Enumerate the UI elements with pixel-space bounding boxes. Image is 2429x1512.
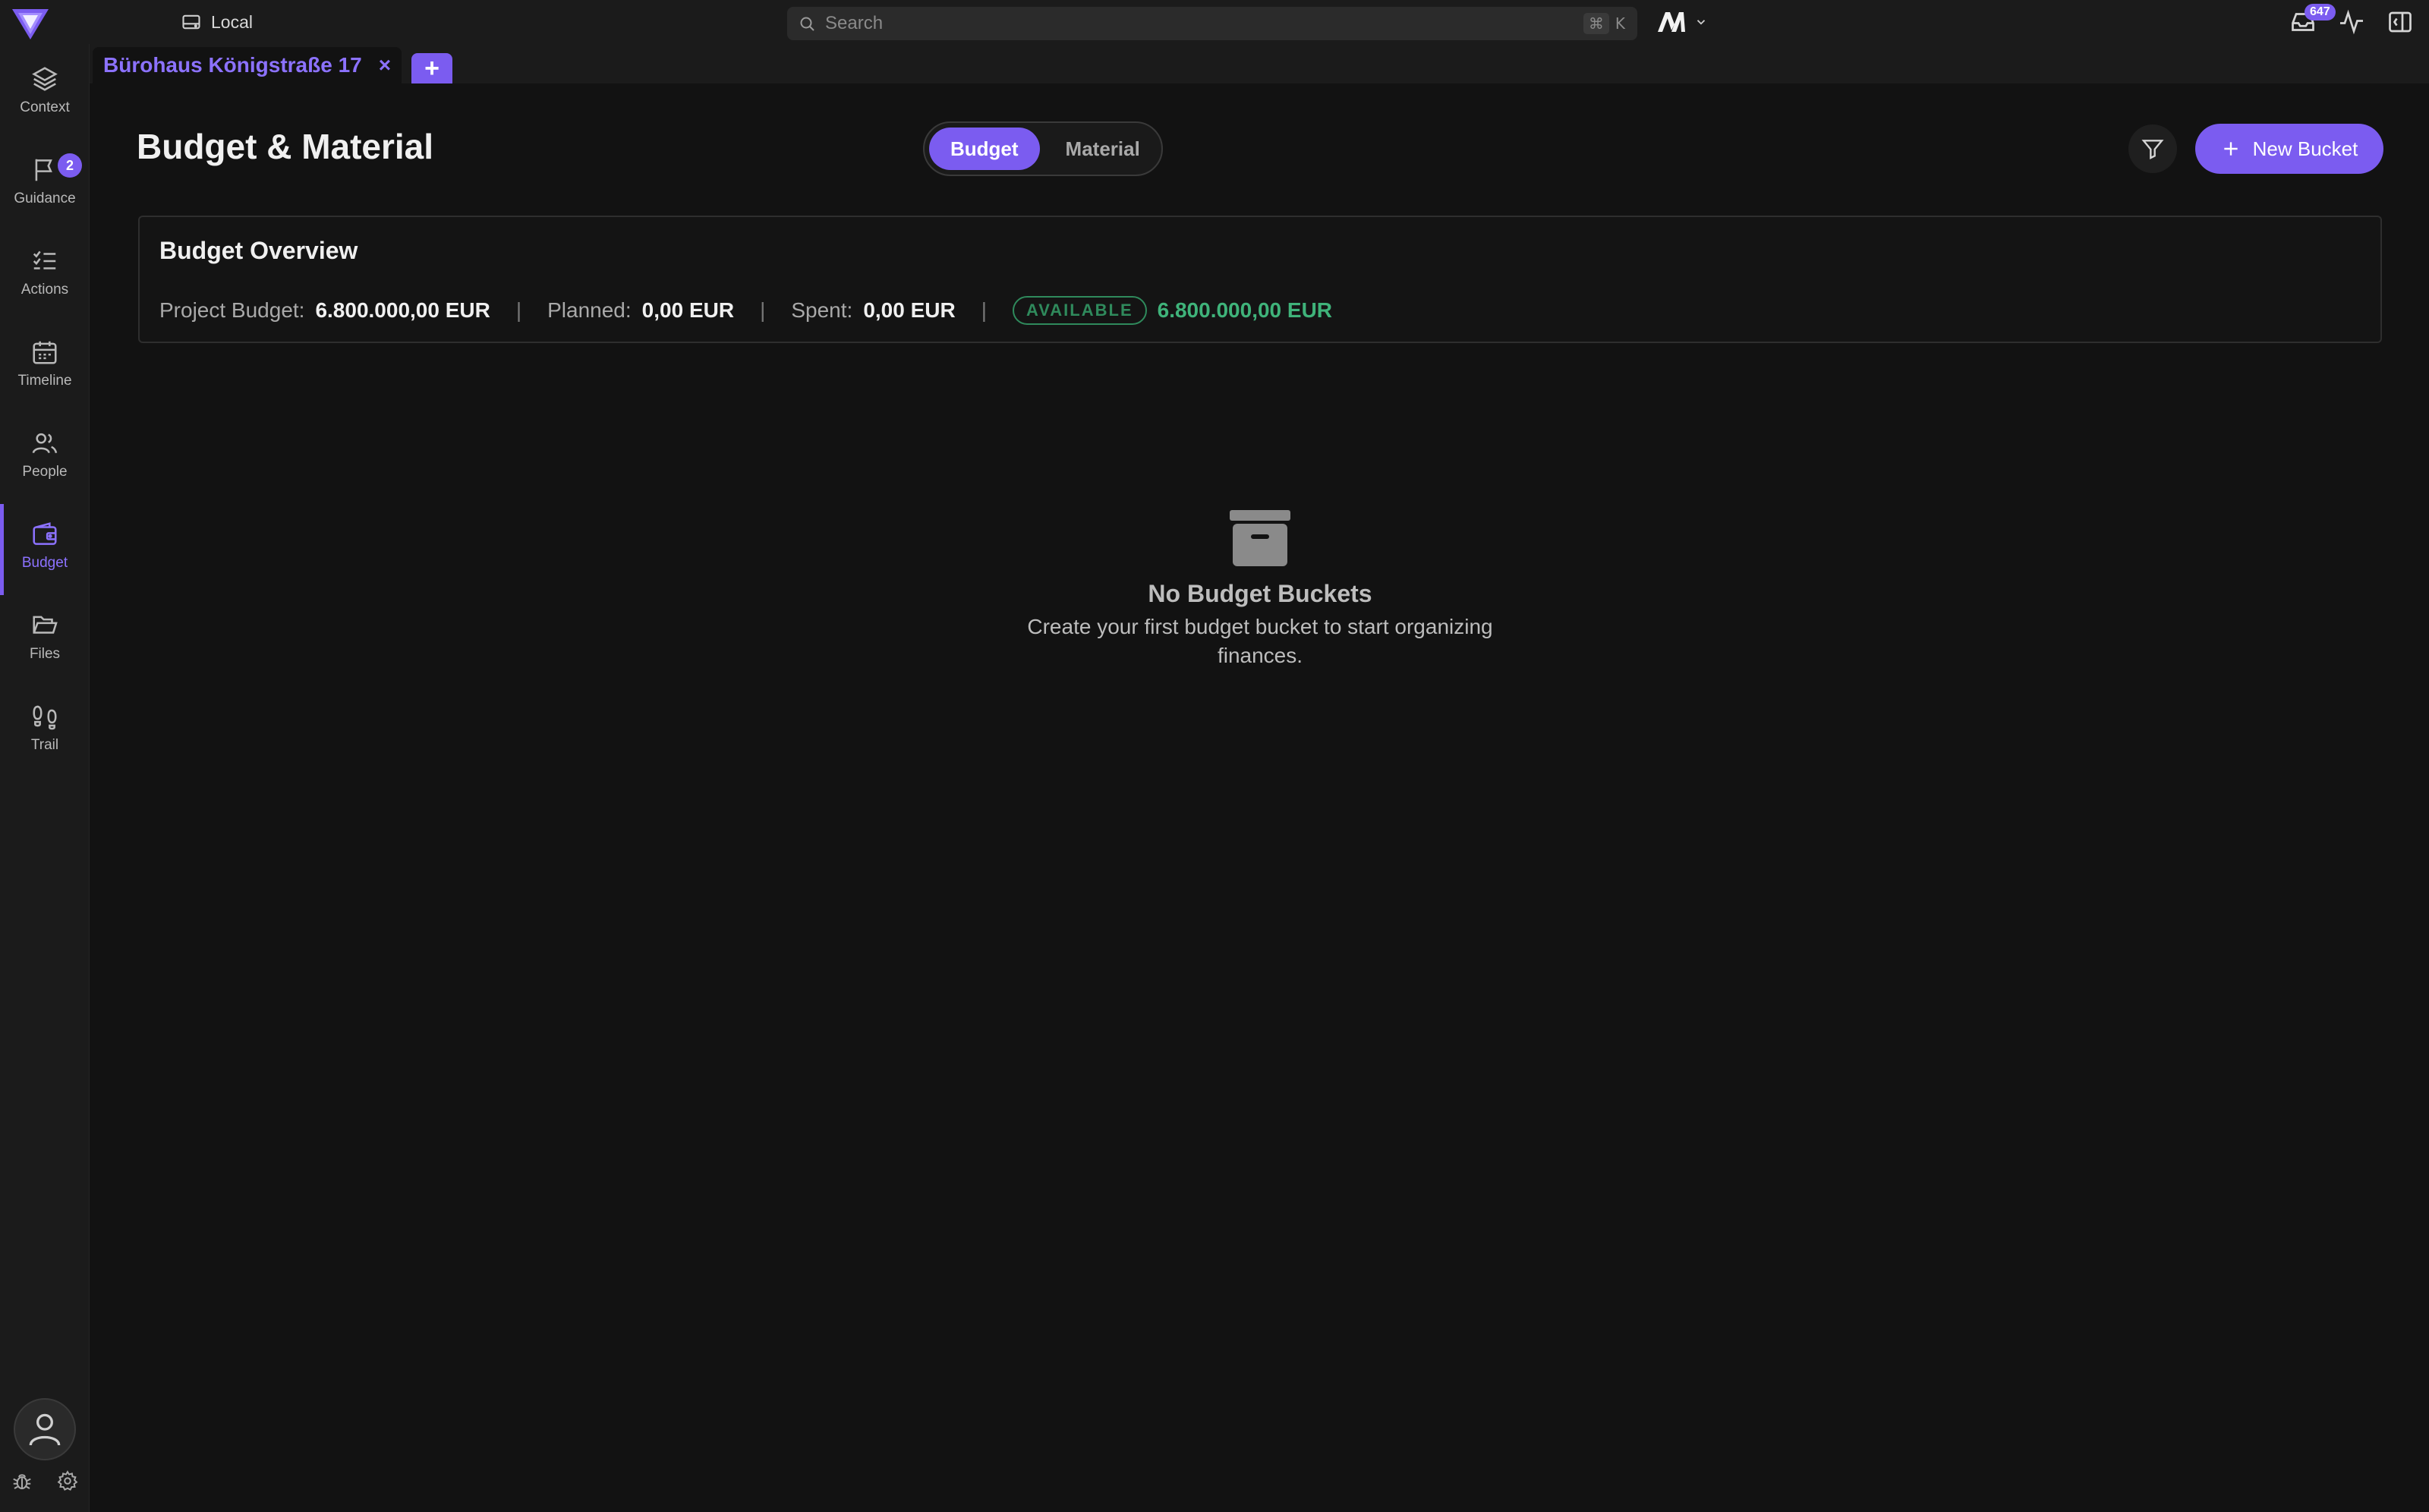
- add-tab-button[interactable]: +: [411, 53, 452, 83]
- page-title: Budget & Material: [137, 127, 434, 166]
- top-bar: Local ⌘ K 647: [0, 0, 2429, 44]
- available-badge: AVAILABLE: [1013, 296, 1147, 325]
- wallet-icon: [33, 522, 57, 545]
- new-bucket-label: New Bucket: [2252, 137, 2358, 160]
- sidebar-item-files[interactable]: Files: [0, 595, 90, 679]
- sidebar-item-label: Actions: [20, 282, 69, 298]
- overview-title: Budget Overview: [159, 237, 358, 264]
- sidebar-item-trail[interactable]: Trail: [0, 686, 90, 770]
- toggle-panel-button[interactable]: [2386, 8, 2414, 36]
- inbox-count-badge: 647: [2305, 4, 2336, 20]
- brand-mark-icon: [1658, 12, 1685, 32]
- user-icon: [29, 1413, 61, 1446]
- footprints-icon: [33, 705, 57, 730]
- tab-bar: Bürohaus Königstraße 17 × +: [90, 44, 2429, 83]
- sidebar-item-label: People: [22, 464, 68, 480]
- flag-icon: [35, 159, 52, 181]
- search-input[interactable]: [825, 13, 1574, 34]
- workspace-switcher[interactable]: [1656, 8, 1708, 36]
- user-avatar[interactable]: [14, 1398, 76, 1460]
- search-shortcut: ⌘ K: [1583, 13, 1627, 34]
- shortcut-k-key: K: [1615, 14, 1625, 33]
- sidebar-item-label: Files: [29, 646, 61, 662]
- separator: |: [760, 298, 766, 322]
- filter-icon: [2141, 140, 2164, 159]
- separator: |: [515, 298, 522, 322]
- filter-button[interactable]: [2128, 124, 2177, 173]
- drive-icon: [182, 14, 200, 30]
- segment-budget[interactable]: Budget: [929, 128, 1040, 170]
- tab-title: Bürohaus Königstraße 17: [103, 53, 362, 77]
- empty-state-title: No Budget Buckets: [1148, 580, 1372, 607]
- view-switcher: Budget Material: [923, 121, 1163, 176]
- activity-button[interactable]: [2338, 8, 2365, 36]
- bug-icon[interactable]: [11, 1469, 33, 1492]
- planned-label: Planned:: [547, 298, 632, 322]
- sidebar-item-label: Budget: [21, 555, 68, 571]
- checklist-icon: [33, 250, 56, 269]
- inbox-button[interactable]: 647: [2289, 4, 2336, 36]
- sidebar-item-actions[interactable]: Actions: [0, 231, 90, 314]
- sidebar-item-context[interactable]: Context: [0, 49, 90, 132]
- folder-icon: [33, 616, 58, 634]
- sidebar-item-label: Trail: [30, 737, 59, 753]
- segment-material[interactable]: Material: [1044, 128, 1161, 170]
- spent-label: Spent:: [791, 298, 853, 322]
- gear-icon[interactable]: [56, 1469, 79, 1492]
- shortcut-cmd-key: ⌘: [1583, 13, 1609, 34]
- empty-state: No Budget Buckets Create your first budg…: [956, 509, 1564, 670]
- sidebar-item-budget[interactable]: Budget: [0, 504, 90, 595]
- project-budget-value: 6.800.000,00 EUR: [315, 298, 490, 322]
- overview-summary-row: Project Budget: 6.800.000,00 EUR | Plann…: [159, 296, 1332, 325]
- people-icon: [32, 433, 58, 454]
- app-logo[interactable]: [11, 6, 50, 41]
- search-icon: [800, 17, 814, 31]
- separator: |: [981, 298, 987, 322]
- sidebar-footer: [11, 1469, 79, 1492]
- planned-value: 0,00 EUR: [641, 298, 735, 322]
- sidebar-panel-icon: [2389, 11, 2412, 33]
- chevron-down-icon: [1697, 20, 1706, 25]
- sidebar: Context Guidance 2 Actions Timeline Peop…: [0, 44, 90, 1512]
- sidebar-item-label: Context: [20, 99, 70, 115]
- search-bar[interactable]: ⌘ K: [787, 7, 1637, 40]
- tab-project[interactable]: Bürohaus Königstraße 17 ×: [93, 47, 402, 83]
- environment-label: Local: [211, 11, 253, 32]
- budget-overview-card: Budget Overview Project Budget: 6.800.00…: [138, 216, 2382, 343]
- sidebar-item-label: Timeline: [17, 373, 72, 389]
- plus-icon: [2223, 142, 2238, 156]
- top-right-actions: 647: [2289, 4, 2414, 39]
- new-bucket-button[interactable]: New Bucket: [2195, 124, 2383, 174]
- layers-icon: [32, 67, 58, 91]
- sidebar-item-label: Guidance: [14, 191, 76, 206]
- sidebar-item-timeline[interactable]: Timeline: [0, 322, 90, 405]
- empty-state-description: Create your first budget bucket to start…: [1027, 615, 1493, 667]
- sidebar-item-guidance[interactable]: Guidance 2: [0, 140, 90, 223]
- sidebar-item-people[interactable]: People: [0, 413, 90, 496]
- available-value: 6.800.000,00 EUR: [1157, 298, 1333, 322]
- project-budget-label: Project Budget:: [159, 298, 305, 322]
- activity-icon: [2340, 9, 2363, 35]
- tab-close-button[interactable]: ×: [379, 55, 391, 76]
- calendar-icon: [33, 341, 57, 364]
- spent-value: 0,00 EUR: [863, 298, 956, 322]
- guidance-count-badge: 2: [58, 153, 82, 178]
- archive-box-icon: [1230, 510, 1290, 566]
- environment-selector[interactable]: Local: [181, 9, 253, 35]
